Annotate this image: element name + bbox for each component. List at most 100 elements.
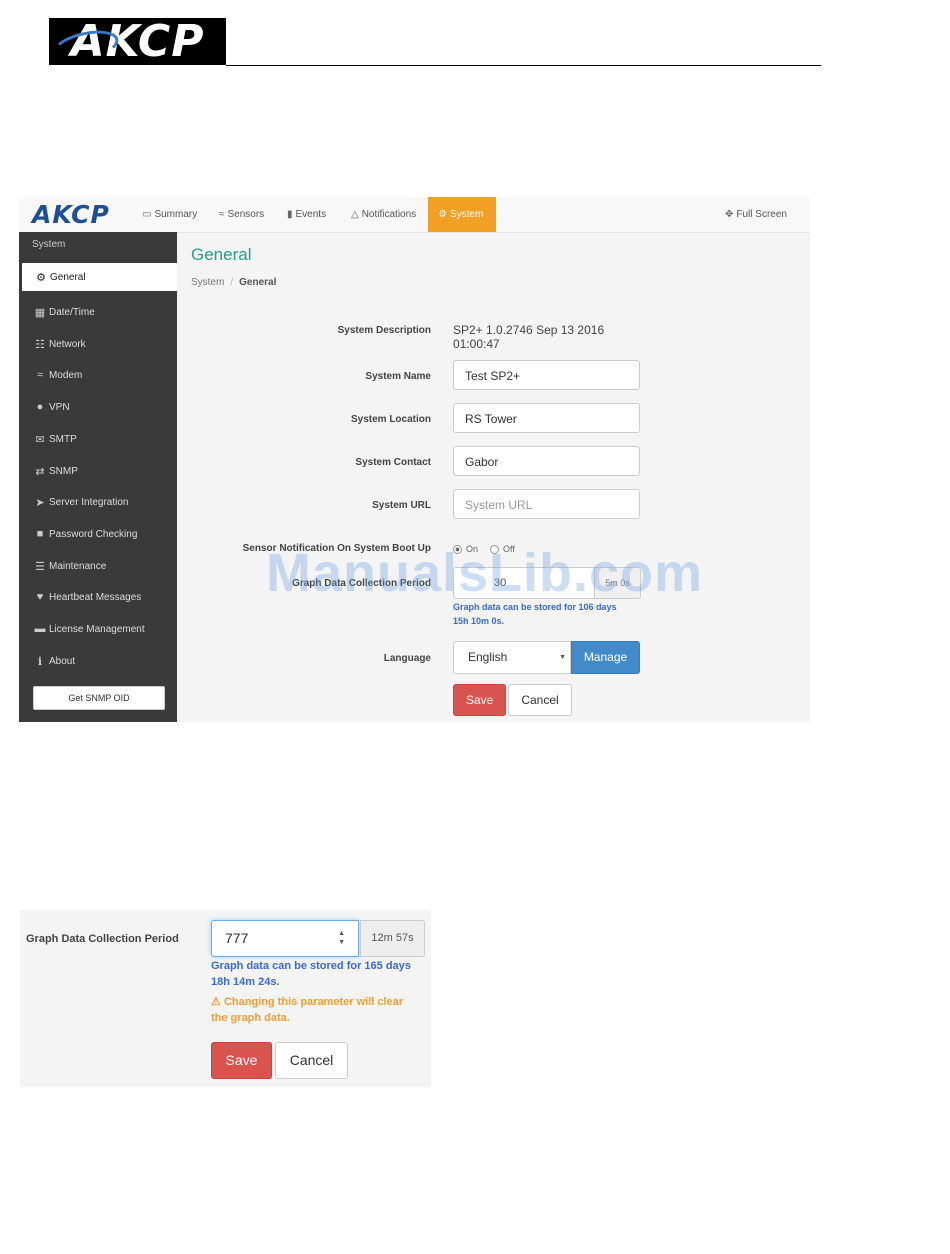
detail-graph-help: Graph data can be stored for 165 days 18…	[211, 958, 429, 990]
sidebar-item-label: Server Integration	[49, 496, 129, 508]
info-icon: ℹ	[37, 655, 43, 668]
sidebar-item-license-management[interactable]: ▬ License Management	[19, 618, 177, 640]
detail-warning: ⚠ Changing this parameter will clear the…	[211, 994, 429, 1026]
globe-icon: ●	[36, 401, 44, 413]
nav-notifications[interactable]: △ Notifications	[341, 197, 426, 232]
graph-help-line2: 15h 10m 0s.	[453, 616, 505, 626]
graph-period-help: Graph data can be stored for 106 days 15…	[453, 600, 653, 628]
database-icon: ☰	[35, 560, 45, 573]
warning-icon: ⚠	[211, 996, 221, 1008]
paper-plane-icon: ➤	[35, 496, 45, 509]
system-name-label: System Name	[365, 371, 431, 382]
envelope-icon: ✉	[35, 433, 45, 446]
sidebar-item-label: Date/Time	[49, 306, 95, 318]
bell-icon: △	[351, 209, 359, 220]
system-general-screenshot: AKCP ▭ Summary ≈ Sensors ▮ Events △ Noti…	[19, 197, 810, 722]
akcp-logo: AKCP	[49, 18, 226, 65]
detail-warning-line1: ⚠ Changing this parameter will clear	[211, 994, 429, 1010]
header-rule	[226, 65, 821, 66]
system-description-value: SP2+ 1.0.2746 Sep 13 2016 01:00:47	[453, 323, 604, 351]
wifi-icon: ≈	[36, 369, 44, 381]
detail-save-button[interactable]: Save	[211, 1042, 272, 1079]
gears-icon: ⚙	[438, 209, 447, 220]
calendar-icon: ▦	[34, 306, 46, 319]
sidebar-item-network[interactable]: ☷ Network	[19, 333, 177, 355]
sidebar-item-smtp[interactable]: ✉ SMTP	[19, 428, 177, 450]
fullscreen-button[interactable]: ✥ Full Screen	[715, 197, 797, 232]
sidebar-item-label: Password Checking	[49, 528, 138, 540]
sidebar-item-server-integration[interactable]: ➤ Server Integration	[19, 491, 177, 513]
save-button[interactable]: Save	[453, 684, 506, 716]
sidebar-item-label: Heartbeat Messages	[49, 591, 142, 603]
sidebar-item-modem[interactable]: ≈ Modem	[19, 364, 177, 386]
fullscreen-label: Full Screen	[736, 209, 787, 220]
sidebar-item-label: SNMP	[49, 465, 78, 477]
brand-logo[interactable]: AKCP	[32, 200, 110, 229]
page-title: General	[191, 245, 252, 264]
breadcrumb-separator: /	[230, 277, 234, 288]
system-location-input[interactable]: RS Tower	[453, 403, 640, 433]
system-description-label: System Description	[337, 325, 431, 336]
sidebar: System ⚙ General ▦ Date/Time ☷ Network ≈…	[19, 232, 177, 722]
nav-notifications-label: Notifications	[361, 209, 417, 220]
nav-sensors[interactable]: ≈ Sensors	[209, 197, 274, 232]
system-contact-label: System Contact	[355, 457, 431, 468]
system-name-input[interactable]: Test SP2+	[453, 360, 640, 390]
monitor-icon: ▭	[142, 209, 152, 220]
manage-button[interactable]: Manage	[571, 641, 640, 674]
caret-down-icon: ▼	[559, 654, 566, 661]
sitemap-icon: ☷	[35, 338, 45, 351]
exchange-icon: ⇄	[35, 465, 45, 478]
system-location-label: System Location	[350, 414, 431, 425]
sidebar-item-maintenance[interactable]: ☰ Maintenance	[19, 555, 177, 577]
sidebar-item-label: Network	[49, 338, 86, 350]
breadcrumb-general: General	[239, 277, 277, 288]
expand-icon: ✥	[725, 209, 734, 220]
get-snmp-oid-button[interactable]: Get SNMP OID	[33, 686, 165, 710]
rss-icon: ≈	[219, 209, 225, 220]
sidebar-item-label: Modem	[49, 369, 83, 381]
detail-graph-period-input[interactable]: 777 ▲ ▼	[211, 920, 359, 957]
nav-events-label: Events	[295, 209, 327, 220]
system-url-input[interactable]: System URL	[453, 489, 640, 519]
detail-warning-text1: Changing this parameter will clear	[223, 996, 404, 1008]
sidebar-item-vpn[interactable]: ● VPN	[19, 396, 177, 418]
nav-summary-label: Summary	[154, 209, 198, 220]
nav-summary[interactable]: ▭ Summary	[132, 197, 207, 232]
sidebar-item-label: SMTP	[49, 433, 77, 445]
book-icon: ▮	[287, 209, 293, 220]
system-description-line2: 01:00:47	[453, 337, 500, 351]
heart-icon: ♥	[36, 591, 44, 603]
language-label: Language	[383, 653, 431, 664]
sidebar-item-about[interactable]: ℹ About	[19, 650, 177, 672]
detail-warning-line2: the graph data.	[211, 1012, 290, 1024]
detail-help-line2: 18h 14m 24s.	[211, 976, 280, 988]
breadcrumb: System / General	[191, 277, 276, 288]
lock-icon: ■	[36, 528, 44, 540]
breadcrumb-system[interactable]: System	[191, 277, 224, 288]
detail-graph-period-addon: 12m 57s	[360, 920, 425, 957]
cancel-button[interactable]: Cancel	[508, 684, 572, 716]
sidebar-item-label: About	[49, 655, 76, 667]
sidebar-item-label: Maintenance	[49, 560, 107, 572]
nav-sensors-label: Sensors	[227, 209, 265, 220]
sidebar-title: System	[32, 239, 66, 250]
language-select[interactable]: English ▼	[453, 641, 571, 674]
nav-events[interactable]: ▮ Events	[277, 197, 336, 232]
sidebar-item-general[interactable]: ⚙ General	[22, 263, 177, 291]
gears-icon: ⚙	[36, 271, 46, 284]
system-contact-input[interactable]: Gabor	[453, 446, 640, 476]
sidebar-item-heartbeat-messages[interactable]: ♥ Heartbeat Messages	[19, 586, 177, 608]
number-spinner-icon[interactable]: ▲ ▼	[338, 929, 345, 947]
sidebar-item-password-checking[interactable]: ■ Password Checking	[19, 523, 177, 545]
sidebar-item-label: License Management	[49, 623, 145, 635]
sidebar-item-label: VPN	[49, 401, 70, 413]
detail-graph-period-label: Graph Data Collection Period	[26, 933, 179, 945]
detail-cancel-button[interactable]: Cancel	[275, 1042, 348, 1079]
sidebar-item-label: General	[50, 271, 86, 283]
sidebar-item-snmp[interactable]: ⇄ SNMP	[19, 460, 177, 482]
sidebar-item-datetime[interactable]: ▦ Date/Time	[19, 301, 177, 323]
language-selected-value: English	[468, 650, 508, 664]
nav-system[interactable]: ⚙ System	[428, 197, 496, 232]
detail-graph-period-value: 777	[225, 930, 249, 946]
